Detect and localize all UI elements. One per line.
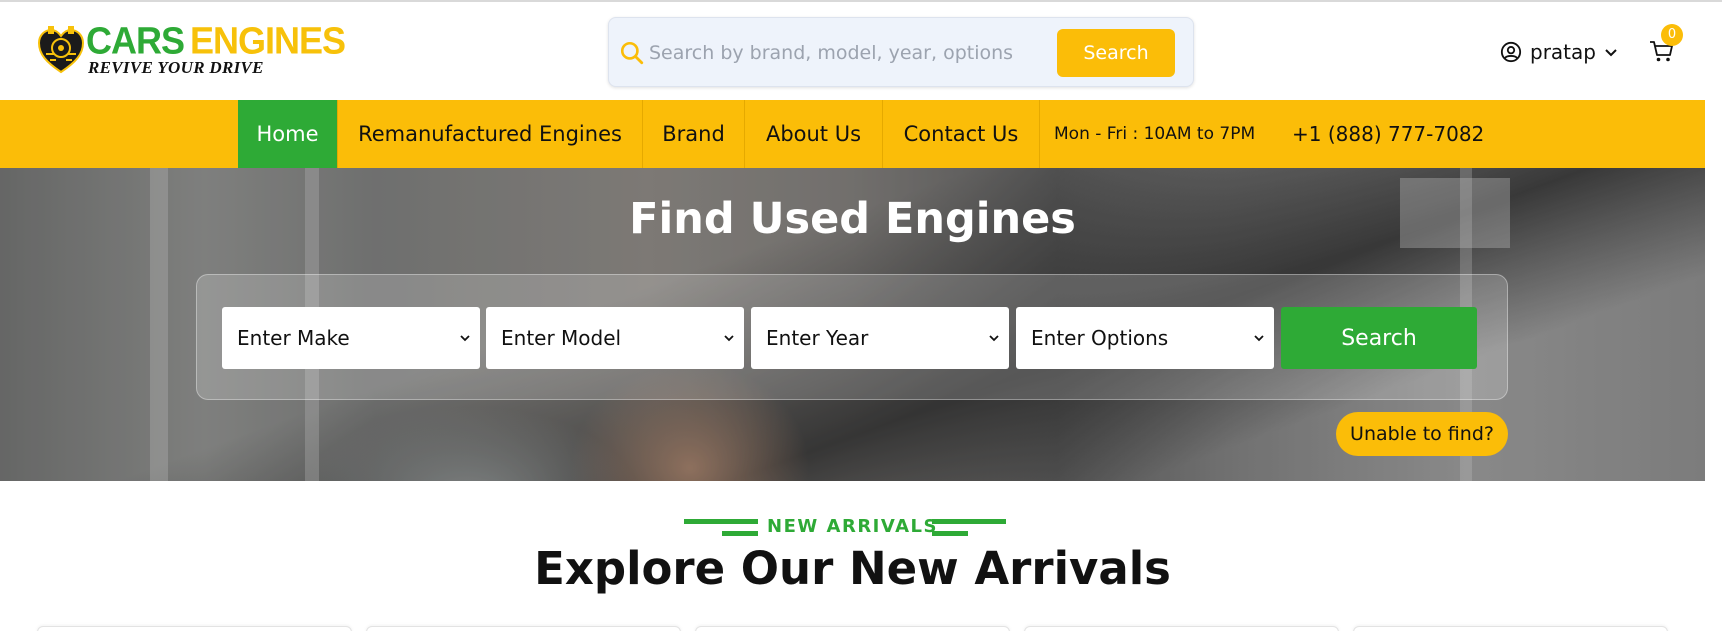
- engine-heart-logo-icon: [37, 26, 85, 74]
- user-menu[interactable]: pratap: [1500, 40, 1618, 64]
- product-card[interactable]: [695, 626, 1010, 631]
- chevron-down-icon: [989, 335, 999, 342]
- site-header: CARSENGINES REVIVE YOUR DRIVE Search pra…: [0, 2, 1722, 100]
- header-search: Search: [608, 17, 1194, 87]
- logo-tagline: REVIVE YOUR DRIVE: [88, 58, 264, 77]
- chevron-down-icon: [1254, 335, 1264, 342]
- chevron-down-icon: [460, 335, 470, 342]
- year-select-value: Enter Year: [766, 326, 869, 350]
- section-title: Explore Our New Arrivals: [534, 542, 1171, 595]
- cart-count-badge: 0: [1661, 24, 1683, 46]
- unable-to-find-button[interactable]: Unable to find?: [1336, 412, 1508, 456]
- new-arrivals-eyebrow: NEW ARRIVALS: [0, 516, 1705, 540]
- make-select[interactable]: Enter Make: [222, 307, 480, 369]
- search-icon: [620, 41, 644, 65]
- header-search-button[interactable]: Search: [1057, 29, 1175, 77]
- nav-item-brand[interactable]: Brand: [643, 100, 745, 168]
- logo-word-cars: CARS: [86, 18, 185, 62]
- user-name: pratap: [1530, 40, 1596, 64]
- year-select[interactable]: Enter Year: [751, 307, 1009, 369]
- product-card[interactable]: [1353, 626, 1668, 631]
- main-nav: Home Remanufactured Engines Brand About …: [0, 100, 1705, 168]
- chevron-down-icon: [724, 335, 734, 342]
- user-circle-icon: [1500, 41, 1522, 63]
- business-hours: Mon - Fri : 10AM to 7PM: [1054, 124, 1256, 144]
- engine-search-button[interactable]: Search: [1281, 307, 1477, 369]
- phone-number[interactable]: +1 (888) 777-7082: [1292, 100, 1484, 168]
- product-card[interactable]: [1024, 626, 1339, 631]
- site-logo[interactable]: CARS ENGINES REVIVE YOUR DRIVE: [36, 21, 346, 82]
- nav-item-remanufactured-engines[interactable]: Remanufactured Engines: [338, 100, 643, 168]
- eyebrow-label: NEW ARRIVALS: [767, 516, 938, 537]
- model-select[interactable]: Enter Model: [486, 307, 744, 369]
- chevron-down-icon: [1605, 49, 1617, 57]
- product-card[interactable]: [366, 626, 681, 631]
- options-select[interactable]: Enter Options: [1016, 307, 1274, 369]
- model-select-value: Enter Model: [501, 326, 622, 350]
- logo-word-engines: ENGINES: [190, 18, 346, 62]
- hero-title: Find Used Engines: [629, 194, 1076, 244]
- engine-finder-panel: Enter Make Enter Model Enter Year Enter …: [196, 274, 1508, 400]
- product-card[interactable]: [37, 626, 352, 631]
- nav-item-home[interactable]: Home: [238, 100, 338, 168]
- logo-title: CARS ENGINES: [86, 18, 346, 62]
- search-input[interactable]: [649, 36, 1029, 70]
- nav-item-about-us[interactable]: About Us: [745, 100, 883, 168]
- hero-banner: Find Used Engines Enter Make Enter Model…: [0, 168, 1705, 481]
- options-select-value: Enter Options: [1031, 326, 1169, 350]
- nav-item-contact-us[interactable]: Contact Us: [883, 100, 1040, 168]
- make-select-value: Enter Make: [237, 326, 350, 350]
